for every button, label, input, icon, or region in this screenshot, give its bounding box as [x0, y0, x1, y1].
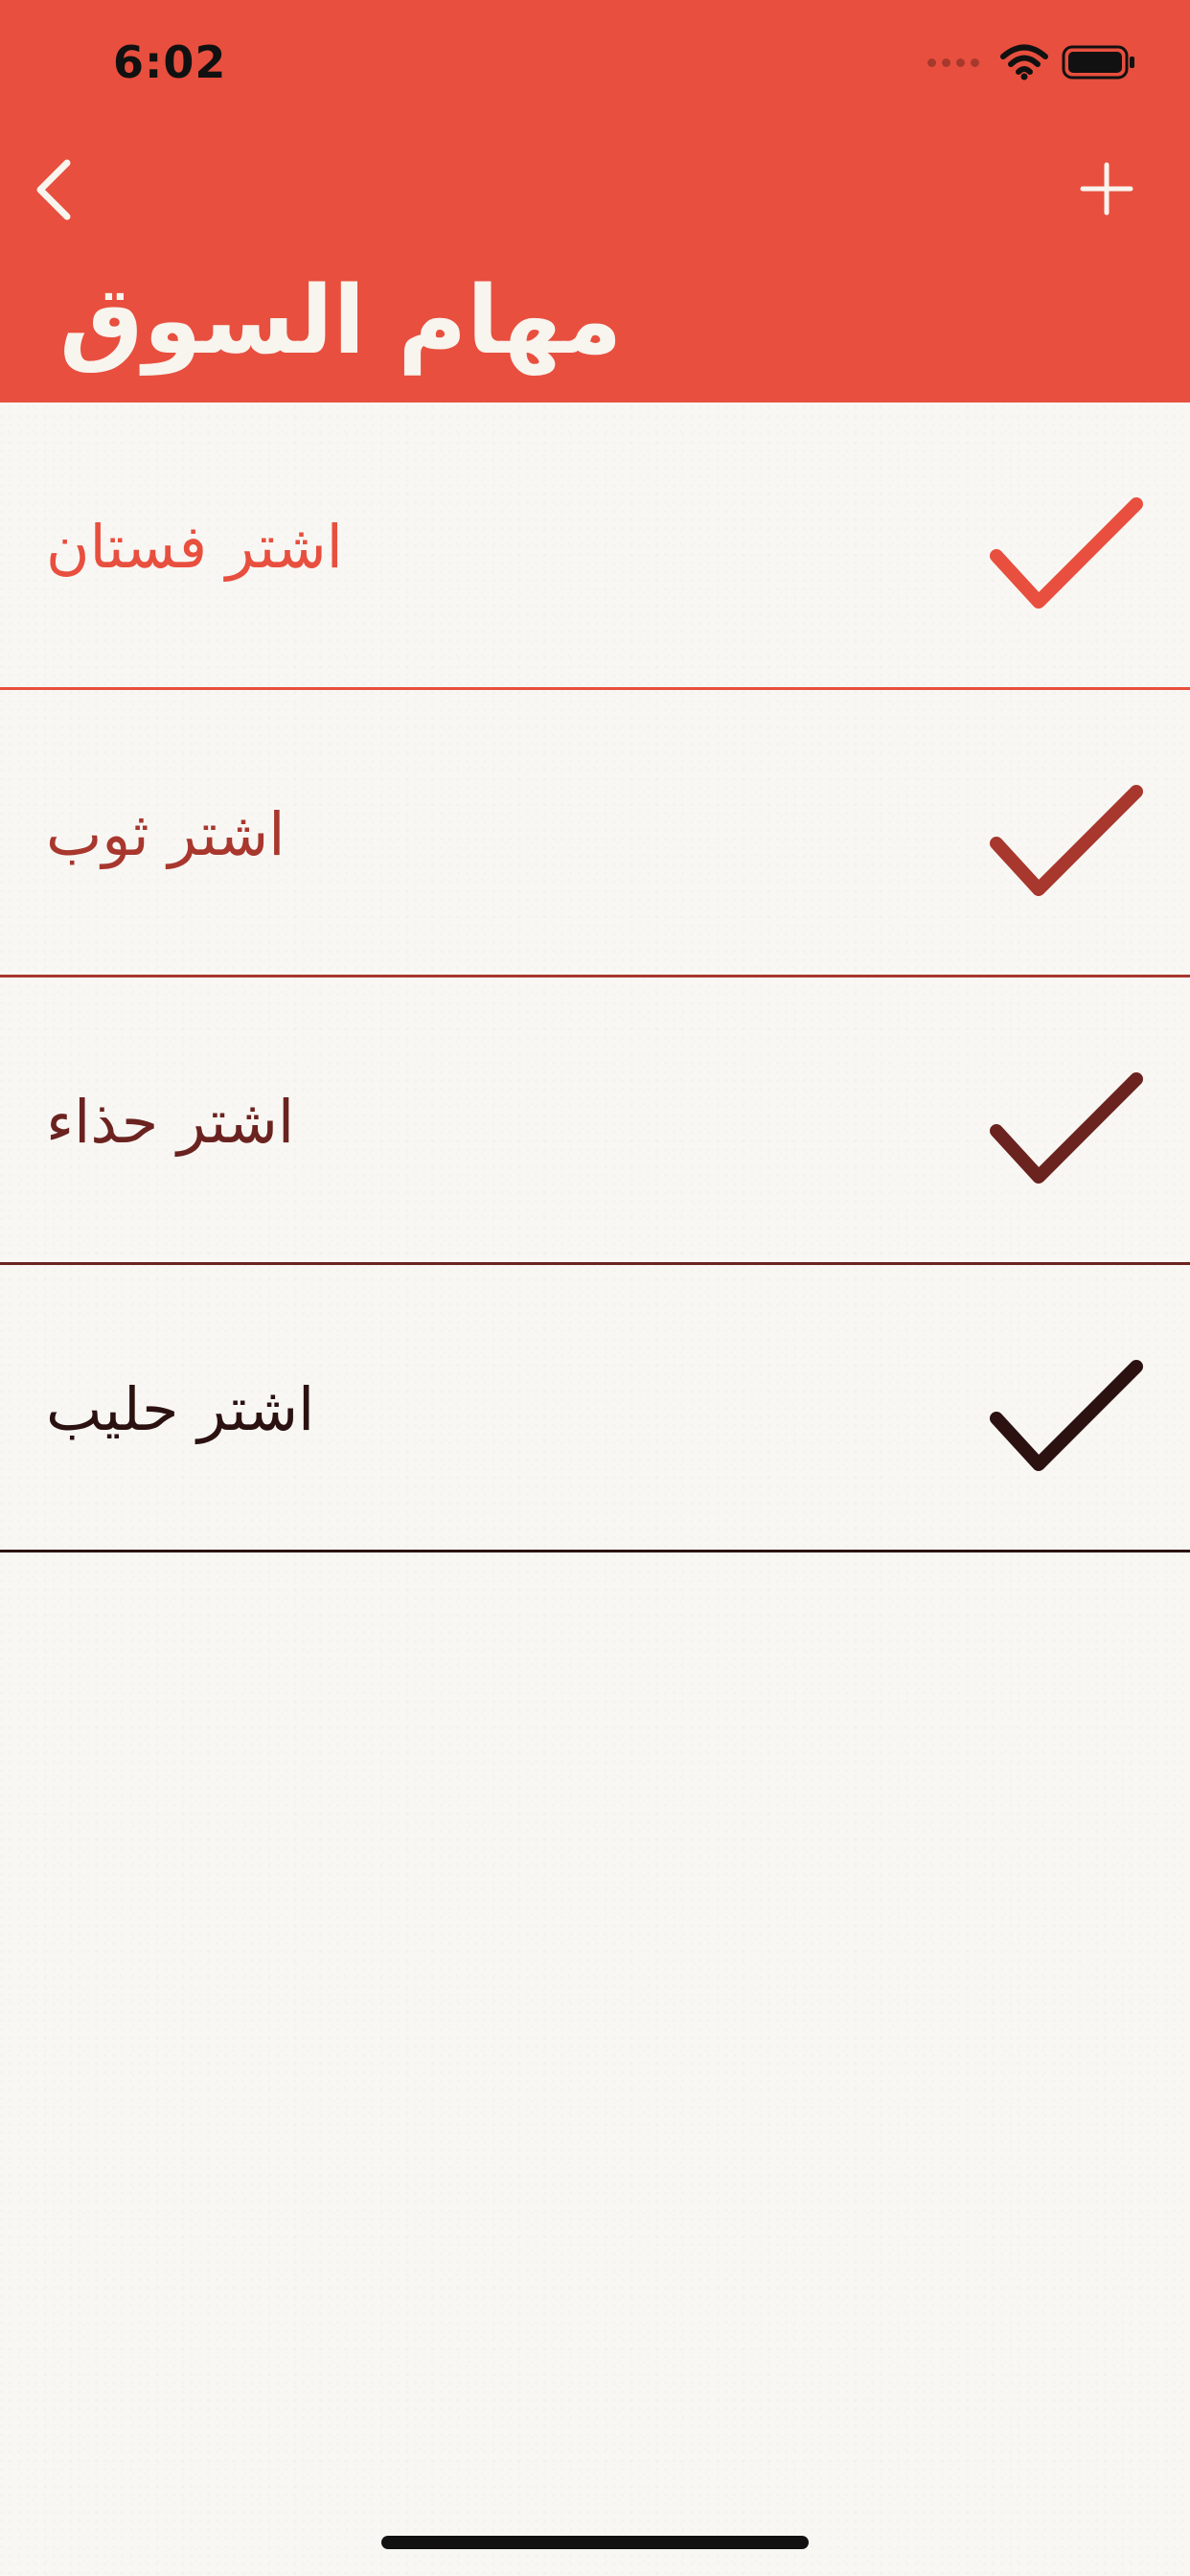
task-list: اشتر فستان اشتر ثوب اشتر حذاء اشتر حليب	[0, 402, 1190, 1552]
task-label: اشتر حذاء	[46, 1086, 295, 1157]
signal-icon	[927, 58, 979, 67]
plus-icon	[1080, 162, 1133, 216]
list-item[interactable]: اشتر ثوب	[0, 690, 1190, 978]
task-label: اشتر فستان	[46, 511, 343, 582]
back-button[interactable]	[31, 153, 88, 230]
status-time: 6:02	[113, 36, 227, 88]
list-item[interactable]: اشتر فستان	[0, 402, 1190, 690]
checkmark-icon[interactable]	[985, 1066, 1148, 1194]
checkmark-icon[interactable]	[985, 778, 1148, 907]
list-item[interactable]: اشتر حليب	[0, 1265, 1190, 1552]
task-label: اشتر حليب	[46, 1373, 315, 1444]
home-indicator[interactable]	[381, 2536, 809, 2549]
battery-icon	[1062, 45, 1134, 80]
page-title: مهام السوق	[59, 266, 623, 376]
checkmark-icon[interactable]	[985, 491, 1148, 619]
chevron-left-icon	[36, 159, 71, 220]
status-icons	[927, 42, 1136, 82]
nav-header: 6:02 مهام السوق	[0, 0, 1190, 402]
task-label: اشتر ثوب	[46, 798, 286, 869]
wifi-icon	[1000, 44, 1048, 80]
list-item[interactable]: اشتر حذاء	[0, 978, 1190, 1265]
checkmark-icon[interactable]	[985, 1353, 1148, 1482]
add-button[interactable]	[1073, 155, 1140, 222]
